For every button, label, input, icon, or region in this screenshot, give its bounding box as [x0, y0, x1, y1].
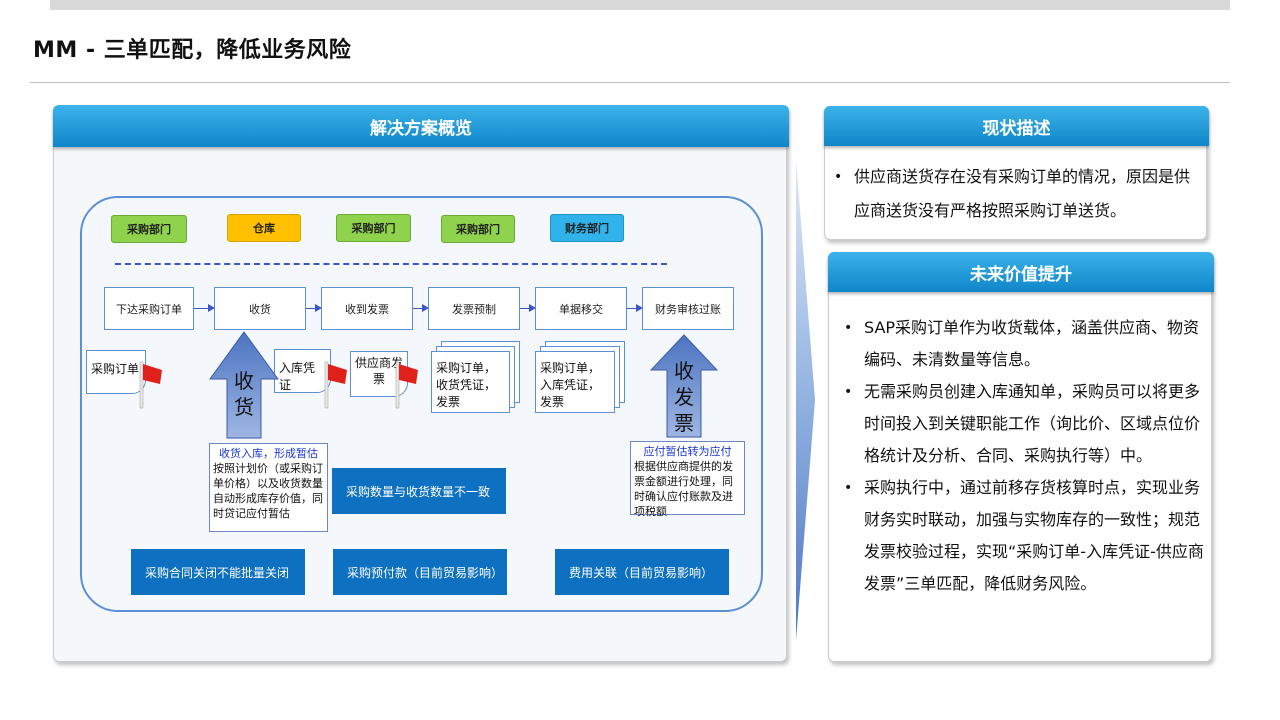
flow-arrow	[520, 303, 536, 312]
title-divider	[30, 82, 1230, 83]
step-document-transfer: 单据移交	[535, 287, 627, 330]
doc-set-po-entry-invoice: 采购订单，入库凭证，发票	[535, 351, 615, 413]
red-flag-icon	[324, 361, 347, 409]
red-flag-icon	[395, 361, 418, 409]
issue-expense-link: 费用关联（目前贸易影响）	[555, 549, 729, 595]
solution-header: 解决方案概览	[53, 105, 789, 147]
flow-arrow	[306, 303, 322, 312]
current-state-header: 现状描述	[824, 106, 1209, 146]
gr-accrual-body: 按照计划价（或采购订单价格）以及收货数量自动形成库存价值，同时贷记应付暂估	[213, 462, 323, 520]
issue-quantity-mismatch: 采购数量与收货数量不一致	[332, 468, 506, 514]
current-state-item: 供应商送货存在没有采购订单的情况，原因是供应商送货没有严格按照采购订单送货。	[828, 160, 1198, 228]
dept-purchasing-2: 采购部门	[336, 214, 411, 242]
step-invoice-preparation: 发票预制	[428, 287, 520, 330]
flow-arrow	[413, 303, 429, 312]
department-divider	[115, 263, 667, 265]
invoice-arrow-label: 收发票	[674, 359, 694, 435]
dept-finance: 财务部门	[550, 214, 624, 242]
top-bar	[50, 0, 1230, 10]
receive-arrow-label: 收货	[234, 369, 254, 419]
future-value-header: 未来价值提升	[828, 252, 1214, 292]
gr-accrual-description: 收货入库，形成暂估 按照计划价（或采购订单价格）以及收货数量自动形成库存价值，同…	[209, 443, 328, 532]
page-title: MM - 三单匹配，降低业务风险	[33, 38, 352, 63]
ap-conversion-body: 根据供应商提供的发票金额进行处理，同时确认应付账款及进项税额	[634, 460, 733, 518]
flow-arrow	[627, 303, 643, 312]
ap-conversion-description: 应付暂估转为应付 根据供应商提供的发票金额进行处理，同时确认应付账款及进项税额	[630, 441, 745, 518]
red-flag-icon	[139, 361, 162, 409]
ap-conversion-heading: 应付暂估转为应付	[643, 445, 732, 458]
step-receive-invoice: 收到发票	[321, 287, 413, 330]
panel-connector	[796, 160, 815, 640]
doc-set-po-gr-invoice: 采购订单，收货凭证，发票	[431, 351, 510, 413]
dept-purchasing-3: 采购部门	[441, 215, 515, 243]
future-value-item: 无需采购员创建入库通知单，采购员可以将更多时间投入到关键职能工作（询比价、区域点…	[838, 376, 1204, 472]
dept-warehouse: 仓库	[227, 214, 301, 242]
issue-prepayment: 采购预付款（目前贸易影响）	[333, 549, 507, 595]
future-value-bullets: SAP采购订单作为收货载体，涵盖供应商、物资编码、未清数量等信息。 无需采购员创…	[838, 312, 1204, 600]
step-goods-receipt: 收货	[214, 287, 306, 330]
future-value-item: 采购执行中，通过前移存货核算时点，实现业务财务实时联动，加强与实物库存的一致性；…	[838, 472, 1204, 600]
flow-arrow	[194, 303, 215, 312]
dept-purchasing-1: 采购部门	[111, 215, 187, 243]
future-value-item: SAP采购订单作为收货载体，涵盖供应商、物资编码、未清数量等信息。	[838, 312, 1204, 376]
current-state-bullets: 供应商送货存在没有采购订单的情况，原因是供应商送货没有严格按照采购订单送货。	[828, 160, 1198, 228]
step-issue-po: 下达采购订单	[104, 287, 194, 330]
gr-accrual-heading: 收货入库，形成暂估	[219, 447, 318, 460]
step-finance-posting: 财务审核过账	[642, 287, 734, 330]
issue-contract-close: 采购合同关闭不能批量关闭	[131, 549, 305, 595]
